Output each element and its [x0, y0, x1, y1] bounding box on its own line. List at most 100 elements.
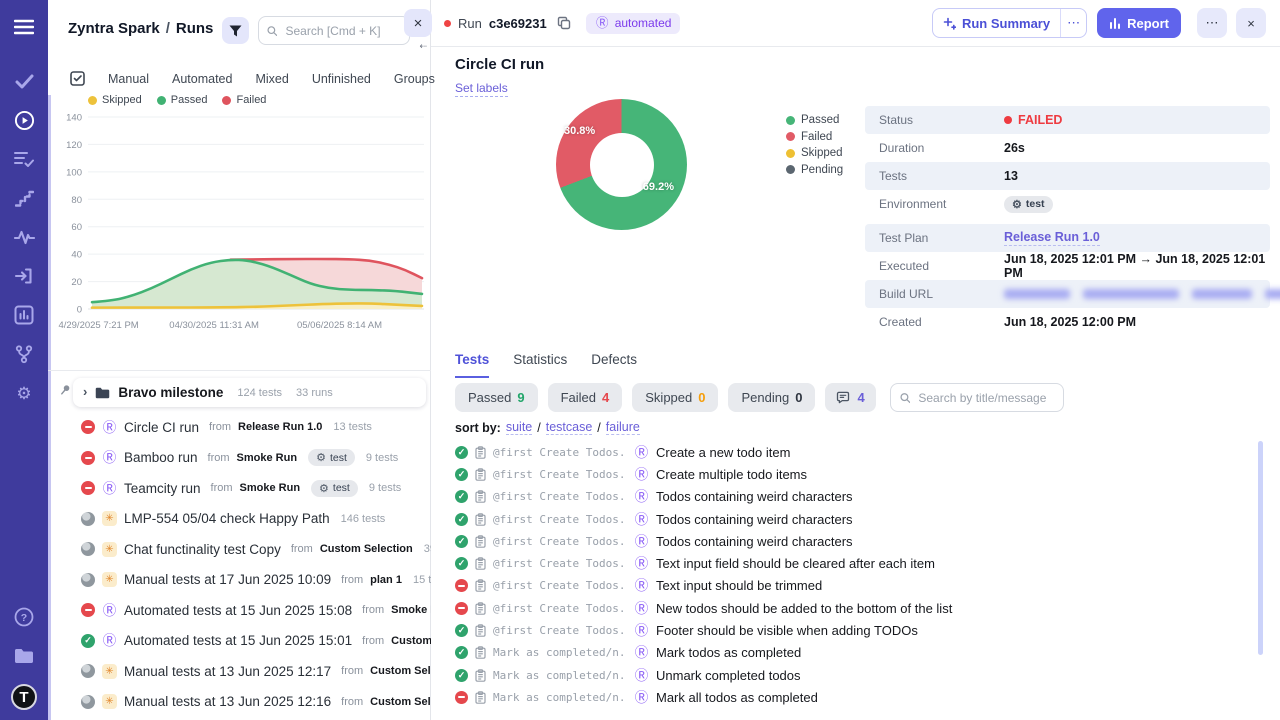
tab-tests[interactable]: Tests	[455, 352, 489, 378]
import-sign-in-icon[interactable]	[13, 265, 35, 287]
projects-folder-icon[interactable]	[13, 645, 35, 667]
test-row[interactable]: @first Create Todos...ⓇTodos containing …	[455, 486, 1256, 508]
legend-label: Failed	[236, 95, 266, 106]
test-row[interactable]: Mark as completed/n...ⓇMark all todos as…	[455, 686, 1256, 708]
run-row[interactable]: ⓇCircle CI runfromRelease Run 1.013 test…	[48, 412, 431, 443]
tests-search-input[interactable]	[916, 390, 1053, 406]
set-labels-link[interactable]: Set labels	[455, 81, 508, 97]
automated-run-icon: Ⓡ	[634, 467, 649, 482]
run-row[interactable]: ⓇBamboo runfromSmoke Run⚙test9 tests	[48, 443, 431, 474]
funnel-icon	[229, 25, 242, 37]
test-row[interactable]: Mark as completed/n...ⓇUnmark completed …	[455, 664, 1256, 686]
test-row[interactable]: Mark as completed/n...ⓇMark todos as com…	[455, 642, 1256, 664]
sort-by-suite[interactable]: suite	[506, 420, 532, 435]
branches-git-icon[interactable]	[13, 343, 35, 365]
run-row[interactable]: ✳LMP-554 05/04 check Happy Path146 tests	[48, 504, 431, 535]
run-id: c3e69231	[489, 16, 547, 31]
tests-scrollbar[interactable]	[1258, 441, 1263, 655]
chevron-right-icon[interactable]: ›	[83, 384, 87, 399]
run-summary-more-button[interactable]: ⋯	[1060, 9, 1086, 37]
run-source: Smoke Run	[240, 482, 301, 494]
test-title: Text input should be trimmed	[656, 578, 822, 593]
sort-by-testcase[interactable]: testcase	[546, 420, 593, 435]
test-row[interactable]: @first Create Todos...ⓇCreate a new todo…	[455, 441, 1256, 463]
runs-tab-mixed[interactable]: Mixed	[255, 72, 288, 86]
filter-chip-failed[interactable]: Failed4	[548, 383, 623, 412]
test-suite: @first Create Todos...	[493, 602, 627, 615]
app-logo[interactable]: T	[11, 684, 37, 710]
test-title: New todos should be added to the bottom …	[656, 601, 952, 616]
milestones-steps-icon[interactable]	[13, 187, 35, 209]
info-label: Test Plan	[879, 231, 1004, 245]
run-summary-button[interactable]: Run Summary ⋯	[932, 8, 1087, 38]
runs-panel: Zyntra Spark / Runs × ⇠ Manual Automated M…	[48, 0, 431, 720]
test-row[interactable]: @first Create Todos...ⓇFooter should be …	[455, 619, 1256, 641]
redacted-url	[1004, 289, 1070, 299]
runs-tab-manual[interactable]: Manual	[108, 72, 149, 86]
analytics-pulse-icon[interactable]	[13, 226, 35, 248]
test-plan-link[interactable]: Release Run 1.0	[1004, 230, 1100, 246]
info-row-executed: ExecutedJun 18, 2025 12:01 PM → Jun 18, …	[865, 252, 1270, 280]
run-from-label: from	[362, 604, 384, 616]
info-row-status: StatusFAILED	[865, 106, 1270, 134]
test-row[interactable]: @first Create Todos...ⓇNew todos should …	[455, 597, 1256, 619]
breadcrumb-project[interactable]: Zyntra Spark	[68, 20, 160, 37]
test-title: Unmark completed todos	[656, 668, 801, 683]
runs-play-icon[interactable]	[13, 109, 35, 131]
runs-search-input[interactable]	[283, 23, 401, 39]
run-row[interactable]: ⓇAutomated tests at 15 Jun 2025 15:08fro…	[48, 595, 431, 626]
info-label: Environment	[879, 197, 1004, 211]
tests-check-icon[interactable]	[13, 70, 35, 92]
panel-close-button[interactable]: ×	[404, 9, 432, 37]
help-icon[interactable]: ?	[13, 606, 35, 628]
runs-tab-automated[interactable]: Automated	[172, 72, 232, 86]
detail-tabs: Tests Statistics Defects	[455, 352, 637, 378]
tab-defects[interactable]: Defects	[591, 352, 637, 378]
run-status-failed-icon	[81, 603, 95, 617]
sort-by-failure[interactable]: failure	[606, 420, 640, 435]
copy-icon[interactable]	[557, 16, 571, 30]
runs-tab-groups[interactable]: Groups	[394, 72, 435, 86]
clipboard-icon	[475, 646, 486, 659]
manual-run-icon: ✳	[102, 694, 117, 709]
reports-chart-icon[interactable]	[13, 304, 35, 326]
select-runs-icon[interactable]	[70, 71, 85, 86]
test-row[interactable]: @first Create Todos...ⓇTodos containing …	[455, 530, 1256, 552]
panel-collapse-icon[interactable]: ⇠	[419, 41, 427, 52]
run-row[interactable]: ⓇTeamcity runfromSmoke Run⚙test9 tests	[48, 473, 431, 504]
test-row[interactable]: @first Create Todos...ⓇText input should…	[455, 575, 1256, 597]
test-suite: Mark as completed/n...	[493, 646, 627, 659]
filter-chip-skipped[interactable]: Skipped0	[632, 383, 718, 412]
settings-gear-icon[interactable]: ⚙	[13, 382, 35, 404]
clipboard-icon	[475, 602, 486, 615]
run-row[interactable]: ✳Chat functinality test CopyfromCustom S…	[48, 534, 431, 565]
runs-search[interactable]	[258, 16, 410, 45]
filter-chip-pending[interactable]: Pending0	[728, 383, 815, 412]
area-chart-legend: SkippedPassedFailed	[88, 95, 266, 106]
legend-dot	[786, 132, 795, 141]
test-row[interactable]: @first Create Todos...ⓇTodos containing …	[455, 508, 1256, 530]
breadcrumb: Zyntra Spark / Runs	[68, 20, 213, 37]
run-row[interactable]: ⓇAutomated tests at 15 Jun 2025 15:01fro…	[48, 626, 431, 657]
comments-filter-chip[interactable]: 4	[825, 383, 875, 412]
close-run-button[interactable]: ×	[1236, 8, 1266, 38]
run-source: Custom Selection	[320, 543, 413, 555]
tab-statistics[interactable]: Statistics	[513, 352, 567, 378]
tests-search[interactable]	[890, 383, 1064, 412]
menu-icon[interactable]	[13, 16, 35, 38]
plans-list-check-icon[interactable]	[13, 148, 35, 170]
run-detail: Run c3e69231 Ⓡ automated Run Summary ⋯ R…	[431, 0, 1280, 720]
filter-chip-passed[interactable]: Passed9	[455, 383, 538, 412]
run-row[interactable]: ✳Manual tests at 13 Jun 2025 12:17fromCu…	[48, 656, 431, 687]
more-actions-button[interactable]: ⋯	[1197, 8, 1227, 38]
run-row[interactable]: ✳Manual tests at 13 Jun 2025 12:16fromCu…	[48, 687, 431, 718]
test-row[interactable]: @first Create Todos...ⓇText input field …	[455, 552, 1256, 574]
milestone-folder-row[interactable]: › Bravo milestone 124 tests 33 runs	[73, 378, 426, 407]
report-button[interactable]: Report	[1097, 8, 1181, 38]
filter-button[interactable]	[222, 17, 249, 44]
runs-tab-unfinished[interactable]: Unfinished	[312, 72, 371, 86]
test-row[interactable]: @first Create Todos...ⓇCreate multiple t…	[455, 463, 1256, 485]
test-suite: @first Create Todos...	[493, 535, 627, 548]
run-row[interactable]: ✳Manual tests at 17 Jun 2025 10:09frompl…	[48, 565, 431, 596]
test-title: Mark all todos as completed	[656, 690, 818, 705]
